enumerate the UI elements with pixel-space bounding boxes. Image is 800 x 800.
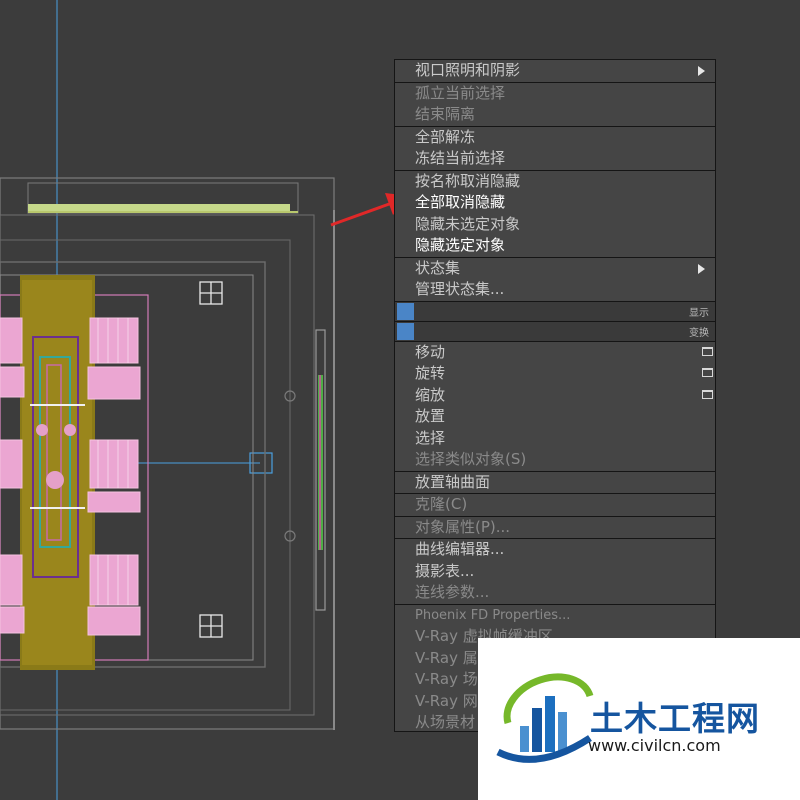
quad-label-display: 显示 bbox=[689, 307, 709, 319]
quad-color-swatch bbox=[397, 322, 414, 340]
menu-item-label: 按名称取消隐藏 bbox=[415, 171, 521, 190]
menu-item-label: 放置轴曲面 bbox=[415, 472, 491, 491]
menu-item-label: V-Ray 场 bbox=[415, 670, 478, 688]
menu-item-label: 移动 bbox=[415, 342, 446, 361]
quad-bar-display[interactable]: 显示 bbox=[395, 301, 715, 322]
menu-section-isolate: 孤立当前选择 结束隔离 bbox=[395, 83, 715, 127]
menu-item-label: 选择 bbox=[415, 428, 446, 447]
options-box-icon[interactable] bbox=[702, 389, 713, 399]
menu-item-place-pivot-surface[interactable]: 放置轴曲面 bbox=[395, 472, 715, 494]
menu-item-freeze-selection[interactable]: 冻结当前选择 bbox=[395, 148, 715, 170]
menu-item-label: 从场景材 bbox=[415, 713, 476, 731]
menu-item-move[interactable]: 移动 bbox=[395, 342, 715, 364]
menu-item-object-properties[interactable]: 对象属性(P)... bbox=[395, 517, 715, 539]
options-box-icon[interactable] bbox=[702, 368, 713, 377]
menu-item-select[interactable]: 选择 bbox=[395, 428, 715, 450]
menu-item-label: 视口照明和阴影 bbox=[415, 61, 521, 79]
menu-item-label: 冻结当前选择 bbox=[415, 149, 506, 167]
menu-item-clone[interactable]: 克隆(C) bbox=[395, 494, 715, 516]
menu-item-label: 全部取消隐藏 bbox=[415, 193, 506, 211]
menu-item-label: 隐藏选定对象 bbox=[415, 236, 506, 254]
menu-item-scale[interactable]: 缩放 bbox=[395, 385, 715, 407]
menu-item-hide-unselected[interactable]: 隐藏未选定对象 bbox=[395, 214, 715, 236]
menu-item-wire-parameters[interactable]: 连线参数... bbox=[395, 582, 715, 604]
menu-section-properties: 对象属性(P)... bbox=[395, 517, 715, 539]
menu-item-curve-editor[interactable]: 曲线编辑器... bbox=[395, 539, 715, 561]
menu-item-hide-selection[interactable]: 隐藏选定对象 bbox=[395, 235, 715, 257]
menu-item-end-isolate[interactable]: 结束隔离 bbox=[395, 104, 715, 126]
civilcn-logo-icon bbox=[496, 673, 594, 763]
menu-item-label: 结束隔离 bbox=[415, 105, 476, 123]
menu-item-label: 摄影表... bbox=[415, 561, 475, 580]
menu-section-place-pivot: 放置轴曲面 bbox=[395, 472, 715, 494]
quad-menu: 视口照明和阴影 孤立当前选择 结束隔离 全部解冻 冻结当前选择 按名称取消隐藏 … bbox=[394, 59, 716, 732]
submenu-arrow-icon bbox=[698, 66, 705, 76]
menu-section-lighting: 视口照明和阴影 bbox=[395, 60, 715, 83]
menu-item-label: 全部解冻 bbox=[415, 127, 476, 146]
menu-item-dope-sheet[interactable]: 摄影表... bbox=[395, 561, 715, 583]
menu-item-rotate[interactable]: 旋转 bbox=[395, 363, 715, 385]
menu-item-label: 对象属性(P)... bbox=[415, 517, 511, 536]
menu-item-select-similar[interactable]: 选择类似对象(S) bbox=[395, 449, 715, 471]
menu-item-label: Phoenix FD Properties... bbox=[415, 607, 571, 623]
menu-section-editors: 曲线编辑器... 摄影表... 连线参数... bbox=[395, 539, 715, 605]
menu-item-unhide-by-name[interactable]: 按名称取消隐藏 bbox=[395, 171, 715, 193]
menu-item-label: V-Ray 网 bbox=[415, 691, 478, 710]
menu-item-viewport-lighting[interactable]: 视口照明和阴影 bbox=[395, 60, 715, 82]
quad-label-transform: 变换 bbox=[689, 327, 709, 339]
menu-item-label: 管理状态集... bbox=[415, 280, 505, 298]
menu-section-clone: 克隆(C) bbox=[395, 494, 715, 517]
menu-item-unhide-all[interactable]: 全部取消隐藏 bbox=[395, 192, 715, 214]
quad-bar-transform[interactable]: 变换 bbox=[395, 321, 715, 342]
menu-section-freeze: 全部解冻 冻结当前选择 bbox=[395, 127, 715, 171]
menu-item-label: 放置 bbox=[415, 407, 446, 425]
menu-item-label: 曲线编辑器... bbox=[415, 540, 505, 558]
menu-item-label: 孤立当前选择 bbox=[415, 83, 506, 102]
menu-item-manage-state-sets[interactable]: 管理状态集... bbox=[395, 279, 715, 301]
watermark: 土木工程网 www.civilcn.com bbox=[478, 638, 800, 800]
menu-section-hide: 按名称取消隐藏 全部取消隐藏 隐藏未选定对象 隐藏选定对象 bbox=[395, 171, 715, 258]
menu-item-label: 连线参数... bbox=[415, 583, 490, 601]
submenu-arrow-icon bbox=[698, 263, 705, 274]
menu-item-label: 隐藏未选定对象 bbox=[415, 214, 521, 233]
menu-item-label: 缩放 bbox=[415, 385, 446, 404]
menu-item-isolate-selection[interactable]: 孤立当前选择 bbox=[395, 83, 715, 105]
menu-section-state-sets: 状态集 管理状态集... bbox=[395, 258, 715, 302]
menu-item-label: 旋转 bbox=[415, 364, 446, 382]
options-box-icon[interactable] bbox=[702, 346, 713, 356]
menu-item-label: 状态集 bbox=[415, 258, 461, 277]
menu-item-label: 选择类似对象(S) bbox=[415, 450, 527, 468]
menu-item-state-sets[interactable]: 状态集 bbox=[395, 258, 715, 280]
menu-item-label: 克隆(C) bbox=[415, 495, 468, 513]
menu-item-label: V-Ray 属 bbox=[415, 648, 478, 667]
watermark-url: www.civilcn.com bbox=[588, 736, 721, 755]
quad-color-swatch bbox=[397, 302, 414, 320]
menu-item-place[interactable]: 放置 bbox=[395, 406, 715, 428]
watermark-brand: 土木工程网 bbox=[590, 699, 760, 738]
menu-item-unfreeze-all[interactable]: 全部解冻 bbox=[395, 127, 715, 149]
menu-item-phoenix-fd[interactable]: Phoenix FD Properties... bbox=[395, 605, 715, 627]
menu-section-transform: 移动 旋转 缩放 放置 选择 选择类似对象(S) bbox=[395, 342, 715, 472]
